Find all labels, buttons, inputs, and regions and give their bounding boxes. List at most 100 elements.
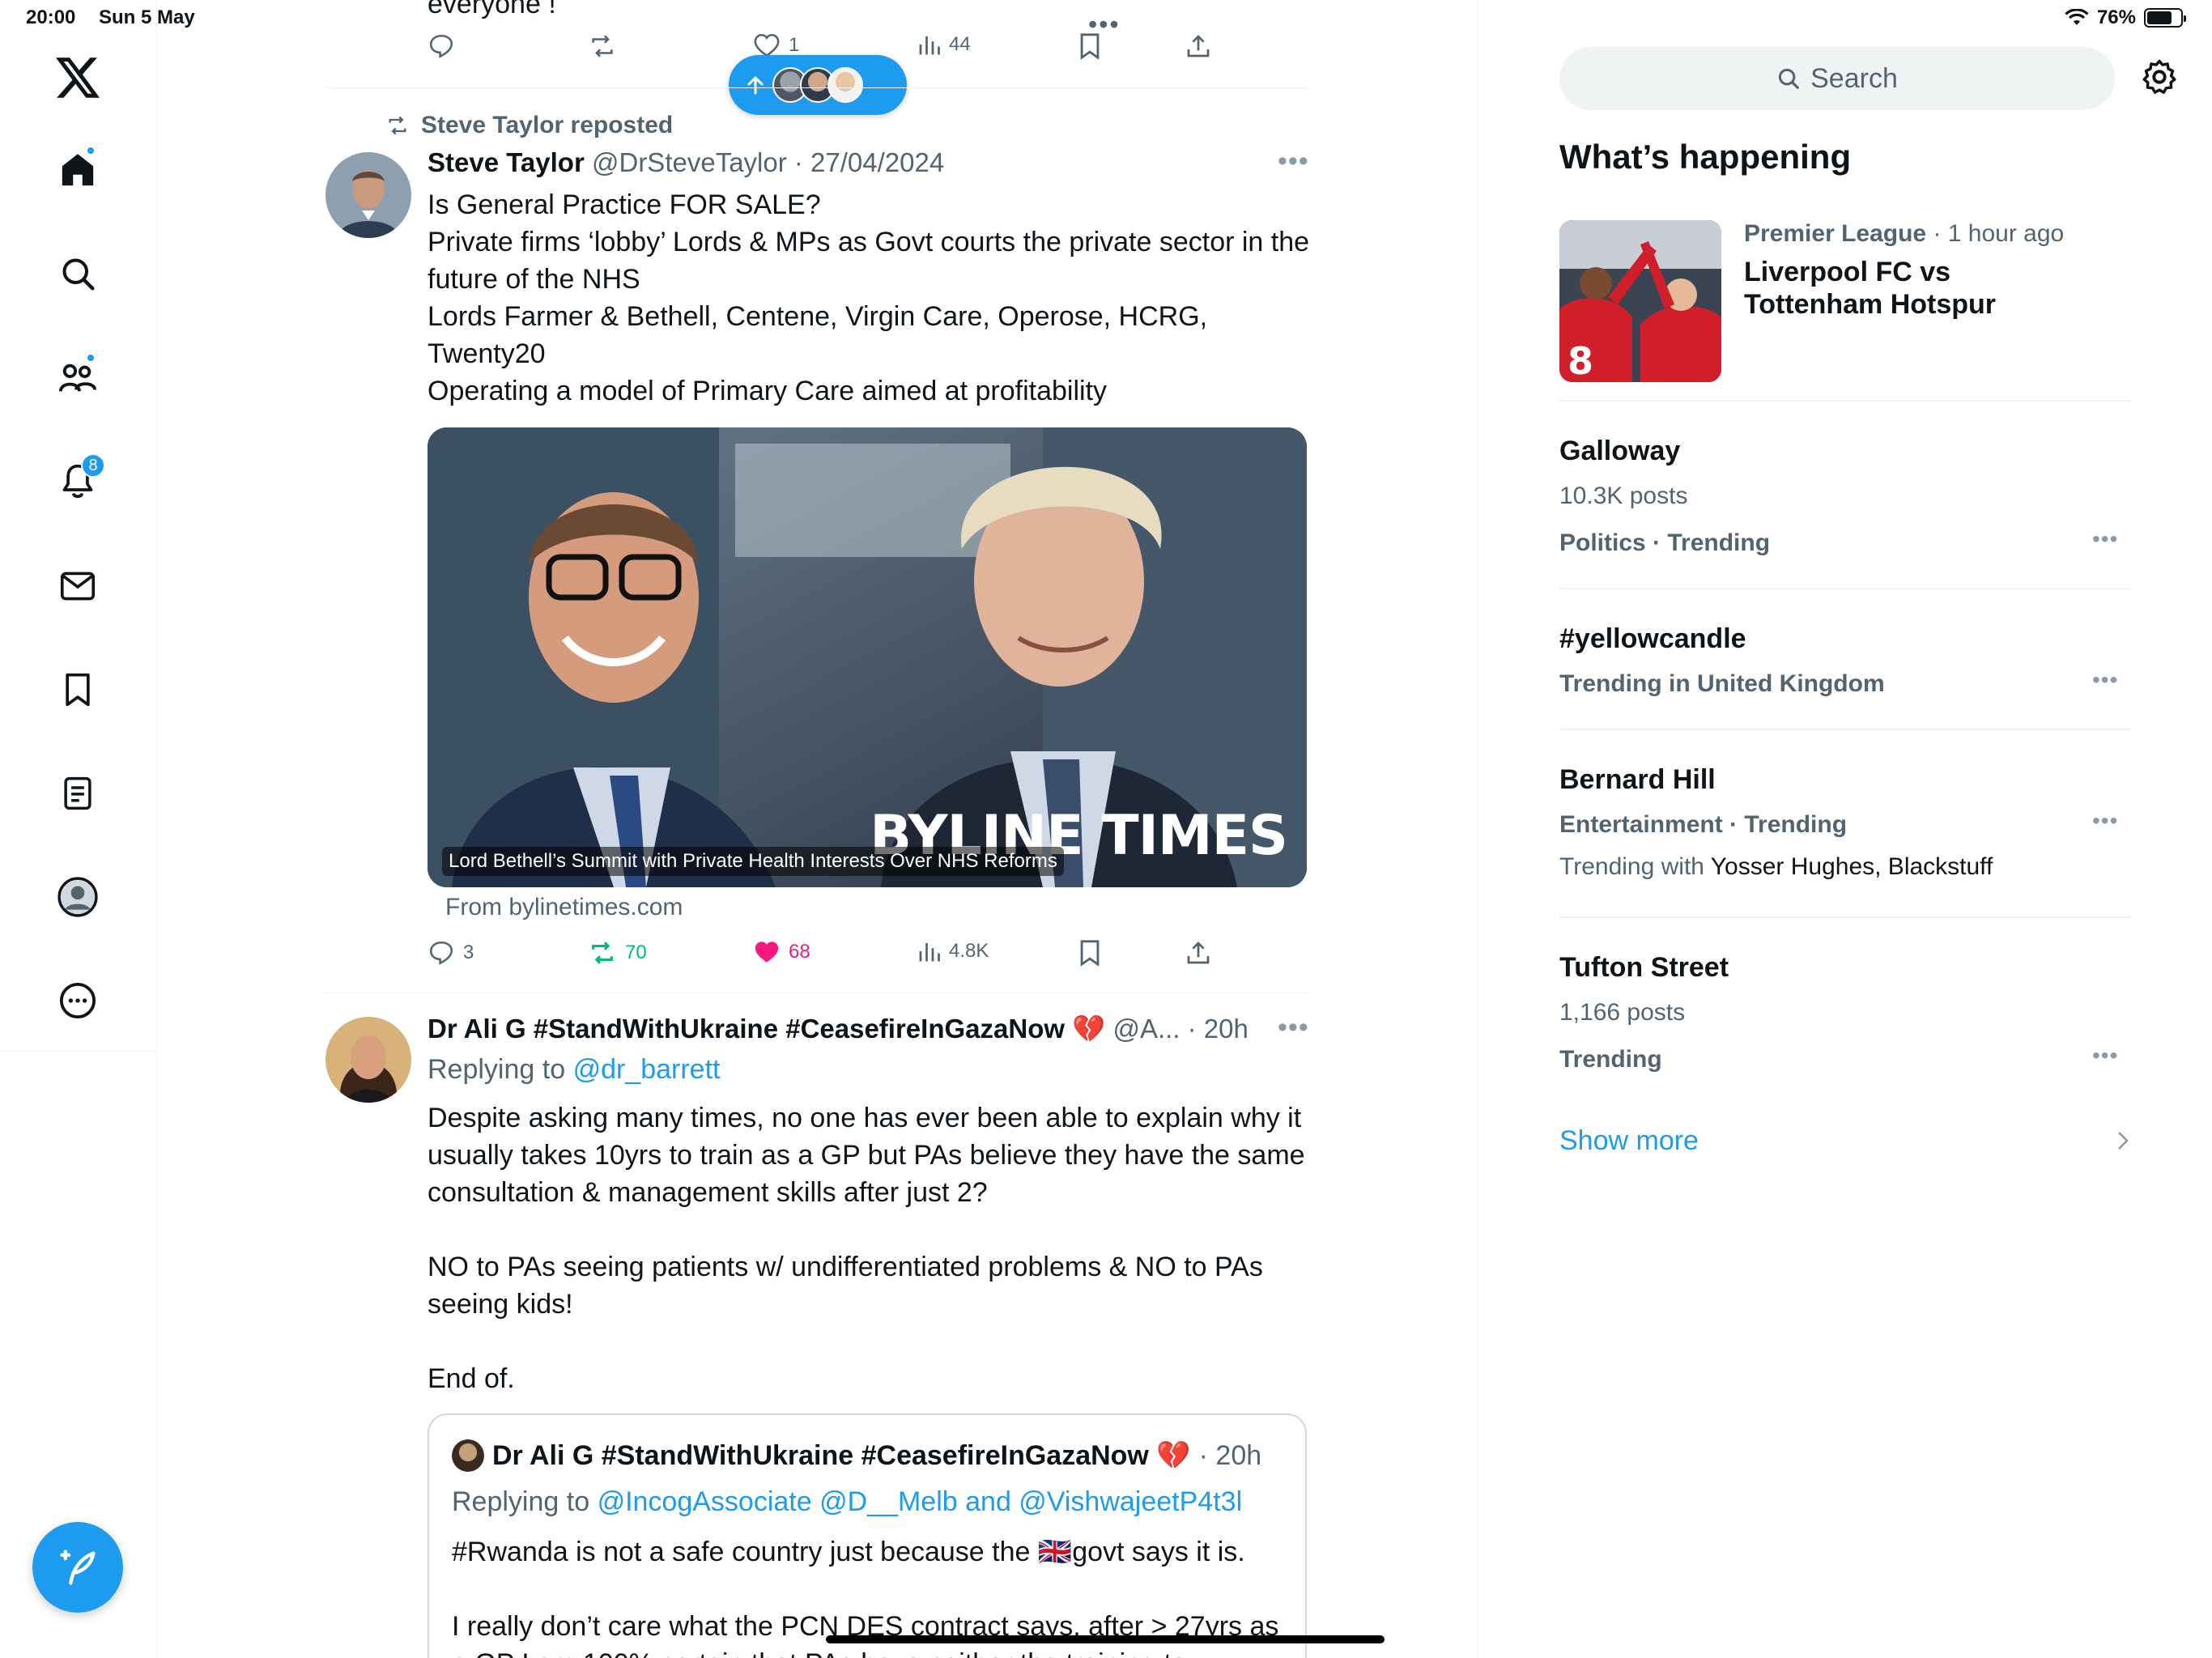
avatar[interactable] [325, 1017, 411, 1103]
lists-icon[interactable] [53, 769, 102, 818]
share-icon [1187, 35, 1210, 57]
like-count: 68 [789, 941, 810, 963]
communities-unread-dot [86, 353, 96, 363]
quote-replying-to: Replying to @IncogAssociate @D__Melb and… [452, 1486, 1242, 1518]
whats-happening-title: What’s happening [1559, 138, 1852, 176]
prev-tweet-text: everyone ! [428, 0, 556, 19]
author-meta[interactable]: @DrSteveTaylor · 27/04/2024 [592, 147, 944, 177]
svg-text:8: 8 [1568, 339, 1593, 382]
author-name[interactable]: Steve Taylor [428, 147, 585, 177]
trend-title[interactable]: Tufton Street [1559, 952, 1729, 984]
replying-handle-link[interactable]: @dr_barrett [573, 1054, 721, 1085]
compose-button[interactable] [32, 1522, 123, 1613]
author-meta[interactable]: @A... · 20h [1112, 1014, 1248, 1044]
main-feed: everyone ! ••• 1 44 Steve Taylor reposte… [157, 0, 1478, 1658]
communities-icon[interactable] [53, 353, 102, 402]
quote-meta: · 20h [1198, 1439, 1262, 1471]
avatar[interactable] [325, 152, 411, 238]
bookmark-button[interactable] [1078, 939, 1101, 967]
tweet-header: Steve Taylor @DrSteveTaylor · 27/04/2024 [428, 147, 944, 178]
prev-repost-button[interactable] [588, 32, 617, 60]
show-more-link[interactable]: Show more [1559, 1125, 1699, 1157]
views-icon [919, 943, 940, 962]
tweet-more-icon[interactable]: ••• [1278, 1012, 1309, 1044]
settings-gear-icon[interactable] [2141, 58, 2178, 96]
tweet-divider [325, 87, 1308, 88]
repost-icon [389, 116, 406, 135]
trend-title[interactable]: Bernard Hill [1559, 764, 1716, 796]
prev-views-count: 44 [949, 33, 971, 55]
like-button[interactable]: 68 [753, 939, 810, 965]
trend-category-line: Premier League · 1 hour ago [1744, 220, 2064, 248]
views-count: 4.8K [949, 940, 989, 962]
trend-context: Trending in United Kingdom [1559, 670, 1885, 697]
repost-icon [592, 35, 613, 57]
link-card-image[interactable]: BYLINE TIMES Lord Bethell’s Summit with … [428, 427, 1307, 887]
prev-like-count: 1 [789, 34, 800, 56]
trend-divider [1559, 400, 2131, 402]
replying-to: Replying to @dr_barrett [428, 1054, 720, 1086]
trend-title[interactable]: Liverpool FC vs Tottenham Hotspur [1744, 256, 1996, 321]
messages-icon[interactable] [53, 562, 102, 610]
repost-button[interactable]: 70 [588, 939, 647, 967]
bookmarks-icon[interactable] [53, 665, 102, 714]
trend-divider [1559, 916, 2131, 918]
right-sidebar: Search What’s happening 8 Premier League… [1478, 0, 2212, 1658]
share-icon [1187, 942, 1210, 964]
reply-icon [429, 941, 453, 965]
home-indicator[interactable] [826, 1635, 1385, 1643]
search-icon[interactable] [53, 249, 102, 298]
repost-banner[interactable]: Steve Taylor reposted [385, 112, 673, 139]
trend-title[interactable]: #yellowcandle [1559, 623, 1746, 655]
trend-with-line: Trending with Yosser Hughes, Blackstuff [1559, 853, 1993, 881]
heart-filled-icon [755, 942, 779, 963]
prev-share-button[interactable] [1185, 32, 1211, 60]
reply-button[interactable]: 3 [428, 939, 474, 967]
views-icon [919, 36, 940, 55]
trend-context: Politics · Trending [1559, 529, 1771, 556]
x-logo-icon[interactable] [53, 53, 102, 102]
search-placeholder: Search [1810, 62, 1898, 94]
quote-author-name: Dr Ali G #StandWithUkraine #CeasefireInG… [492, 1440, 1191, 1471]
search-icon [1779, 68, 1799, 89]
notifications-icon[interactable]: 8 [53, 453, 105, 505]
trend-thumbnail[interactable]: 8 [1559, 220, 1721, 382]
repost-count: 70 [625, 942, 647, 963]
arrow-up-icon [747, 75, 764, 95]
prev-reply-button[interactable] [428, 32, 455, 60]
replying-label: Replying to [428, 1054, 566, 1085]
replying-handles-link[interactable]: @IncogAssociate @D__Melb and @Vishwajeet… [598, 1486, 1243, 1517]
tweet-more-icon[interactable]: ••• [1278, 146, 1309, 177]
trend-more-icon[interactable]: ••• [2092, 526, 2118, 552]
trend-with-names[interactable]: Yosser Hughes, Blackstuff [1711, 853, 1993, 880]
prev-views-button[interactable]: 44 [917, 32, 971, 57]
tweet-header: Dr Ali G #StandWithUkraine #CeasefireInG… [428, 1014, 1249, 1045]
bookmark-icon [1080, 33, 1100, 60]
trend-posts: 10.3K posts [1559, 483, 1688, 509]
trend-divider [1559, 588, 2131, 589]
card-source[interactable]: From bylinetimes.com [445, 894, 683, 921]
views-button[interactable]: 4.8K [917, 939, 989, 963]
chevron-right-icon[interactable] [2116, 1130, 2129, 1151]
reply-icon [429, 34, 453, 58]
profile-icon[interactable] [53, 873, 102, 921]
search-field[interactable]: Search [1559, 47, 2115, 110]
avatar [452, 1439, 484, 1472]
trend-more-icon[interactable]: ••• [2092, 1043, 2118, 1069]
trend-category: Premier League [1744, 220, 1927, 247]
quote-tweet[interactable]: Dr Ali G #StandWithUkraine #CeasefireInG… [428, 1414, 1307, 1658]
trend-more-icon[interactable]: ••• [2092, 667, 2118, 693]
notifications-badge: 8 [81, 453, 105, 478]
trend-with-label: Trending with [1559, 853, 1704, 880]
prev-bookmark-button[interactable] [1078, 32, 1101, 60]
avatar [827, 67, 863, 103]
more-icon[interactable] [53, 976, 102, 1025]
trend-more-icon[interactable]: ••• [2092, 808, 2118, 834]
new-posts-avatars [772, 67, 863, 103]
home-icon[interactable] [53, 146, 102, 194]
author-name[interactable]: Dr Ali G #StandWithUkraine #CeasefireInG… [428, 1014, 1105, 1044]
share-button[interactable] [1185, 939, 1211, 967]
trend-divider [1559, 729, 2131, 730]
new-posts-pill[interactable] [729, 55, 907, 115]
trend-title[interactable]: Galloway [1559, 436, 1680, 467]
